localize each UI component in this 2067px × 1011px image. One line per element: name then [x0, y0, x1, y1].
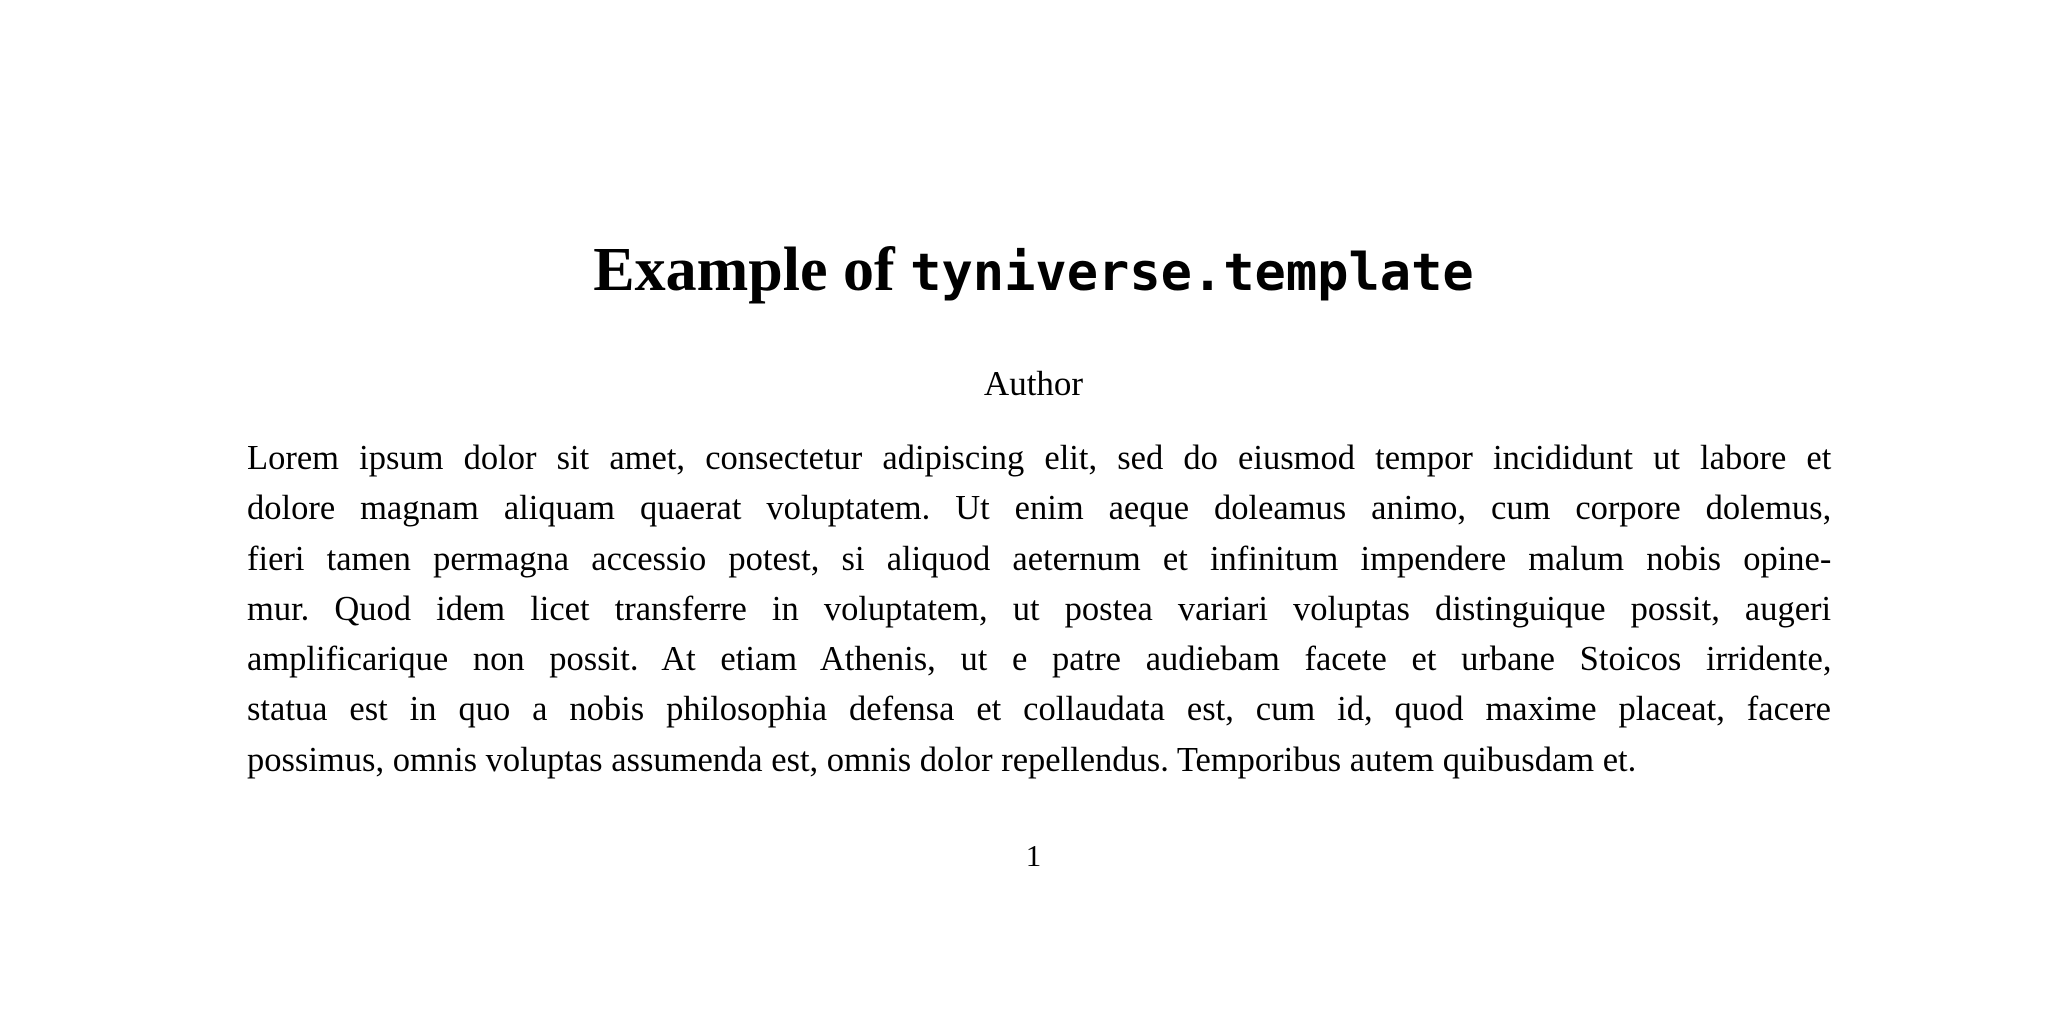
page-number: 1 — [1025, 838, 1042, 873]
title-serif-part: Example of — [593, 236, 911, 304]
title-code-part: tyniverse.template — [910, 243, 1474, 303]
body-paragraph: Lorem ipsum dolor sit amet, consectetur … — [247, 433, 1831, 785]
paragraph-line: possimus, omnis voluptas assumenda est, … — [247, 740, 1637, 779]
paragraph-line: mur. Quod idem licet transferre in volup… — [247, 589, 1832, 628]
paragraph-line: Lorem ipsum dolor sit amet, consectetur … — [247, 439, 1832, 477]
paragraph-line: fieri tamen permagna accessio potest, si… — [247, 539, 1832, 578]
paragraph-line: amplificarique non possit. At etiam Athe… — [247, 640, 1832, 679]
paragraph-line: dolore magnam aliquam quaerat voluptatem… — [247, 489, 1832, 528]
document-page: Example of tyniverse.template Author Lor… — [0, 0, 2067, 1011]
author-name: Author — [983, 364, 1084, 403]
paragraph-line: statua est in quo a nobis philosophia de… — [247, 690, 1831, 729]
page-title: Example of tyniverse.template — [0, 228, 2067, 315]
